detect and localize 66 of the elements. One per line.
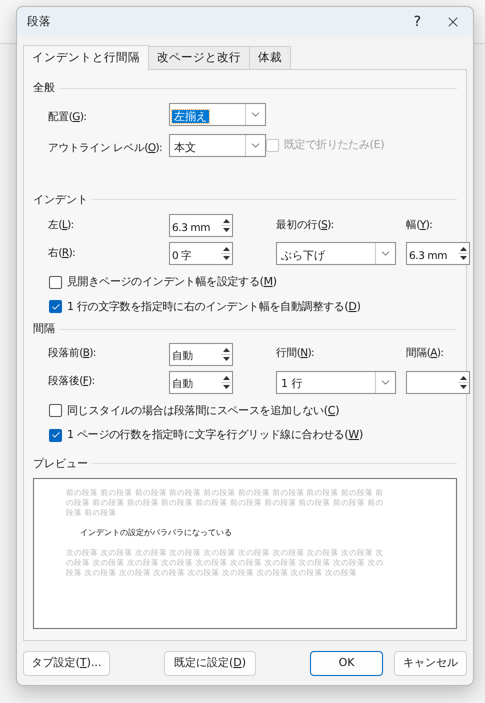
- checkbox-label: 同じスタイルの場合は段落間にスペースを追加しない(C): [67, 402, 340, 418]
- section-heading: 全般: [33, 80, 55, 96]
- field-label: アウトライン レベル(O):: [48, 142, 162, 154]
- checkbox[interactable]: [49, 404, 62, 418]
- field-label: 幅(Y):: [406, 218, 434, 233]
- section-heading: プレビュー: [33, 456, 88, 472]
- section-heading: インデント: [33, 192, 88, 208]
- spin-field[interactable]: [406, 370, 470, 394]
- check-icon: [50, 430, 60, 440]
- dialog-button[interactable]: キャンセル: [394, 651, 467, 676]
- up-arrow-icon[interactable]: [222, 219, 230, 223]
- tab[interactable]: 体裁: [249, 46, 291, 69]
- dropdown[interactable]: 1 行: [276, 370, 396, 394]
- dropdown-value: ぶら下げ: [280, 248, 326, 262]
- field-label: 最初の行(S):: [276, 218, 335, 233]
- dropdown[interactable]: ぶら下げ: [276, 242, 396, 265]
- up-arrow-icon[interactable]: [222, 348, 230, 352]
- dialog-button[interactable]: 既定に設定(D): [164, 651, 256, 676]
- checkbox-label: 1 行の文字数を指定時に右のインデント幅を自動調整する(D): [67, 298, 361, 314]
- down-arrow-icon[interactable]: [222, 256, 230, 260]
- field-label: 右(R):: [48, 246, 76, 261]
- up-arrow-icon[interactable]: [222, 247, 230, 251]
- field-label: 行間(N):: [276, 346, 315, 362]
- spin-field[interactable]: 6.3 mm: [406, 242, 470, 265]
- section-heading: 間隔: [33, 321, 55, 337]
- spin-field[interactable]: 自動: [169, 370, 233, 394]
- checkbox[interactable]: [49, 300, 62, 314]
- up-arrow-icon[interactable]: [460, 376, 466, 380]
- dropdown-value: 1 行: [280, 377, 304, 390]
- down-arrow-icon[interactable]: [460, 384, 466, 388]
- down-arrow-icon[interactable]: [460, 256, 466, 260]
- field-label: 間隔(A):: [406, 346, 444, 362]
- up-arrow-icon[interactable]: [222, 376, 230, 380]
- dialog-button[interactable]: OK: [310, 651, 383, 676]
- field-label: 段落後(F):: [48, 374, 96, 390]
- dialog-button[interactable]: タブ設定(T)...: [23, 651, 110, 676]
- field-label: 配置(G):: [48, 110, 86, 122]
- spin-value: 6.3 mm: [172, 222, 210, 234]
- down-arrow-icon[interactable]: [222, 228, 230, 232]
- checkbox-label: 既定で折りたたみ(E): [284, 137, 384, 154]
- dropdown[interactable]: 左揃え: [169, 103, 266, 126]
- spin-value: 0 字: [172, 250, 192, 262]
- window-title: 段落: [27, 13, 52, 30]
- down-arrow-icon[interactable]: [222, 356, 230, 360]
- field-label: 左(L):: [48, 218, 75, 233]
- preview-sample-text: インデントの設定がバラバラになっている: [79, 528, 233, 538]
- check-icon: [50, 302, 60, 312]
- up-arrow-icon[interactable]: [460, 247, 466, 251]
- dropdown-value: 左揃え: [172, 110, 209, 122]
- field-label: 段落前(B):: [48, 346, 97, 362]
- help-button[interactable]: ?: [414, 12, 421, 32]
- spin-field[interactable]: 6.3 mm: [169, 214, 233, 237]
- tab[interactable]: 改ページと改行: [148, 46, 250, 69]
- checkbox[interactable]: [49, 276, 62, 289]
- spin-field[interactable]: 自動: [169, 342, 233, 366]
- dropdown[interactable]: 本文: [169, 134, 266, 157]
- down-arrow-icon[interactable]: [222, 384, 230, 388]
- tab[interactable]: インデントと行間隔: [23, 45, 149, 70]
- checkbox-label: 見開きページのインデント幅を設定する(M): [67, 274, 277, 290]
- spin-value: 6.3 mm: [409, 250, 448, 262]
- checkbox-label: 1 ページの行数を指定時に文字を行グリッド線に合わせる(W): [67, 427, 363, 443]
- dropdown-value: 本文: [173, 140, 197, 154]
- spin-value: 自動: [172, 350, 194, 362]
- checkbox[interactable]: [49, 428, 62, 442]
- spin-value: 自動: [172, 378, 194, 390]
- spin-field[interactable]: 0 字: [169, 242, 233, 265]
